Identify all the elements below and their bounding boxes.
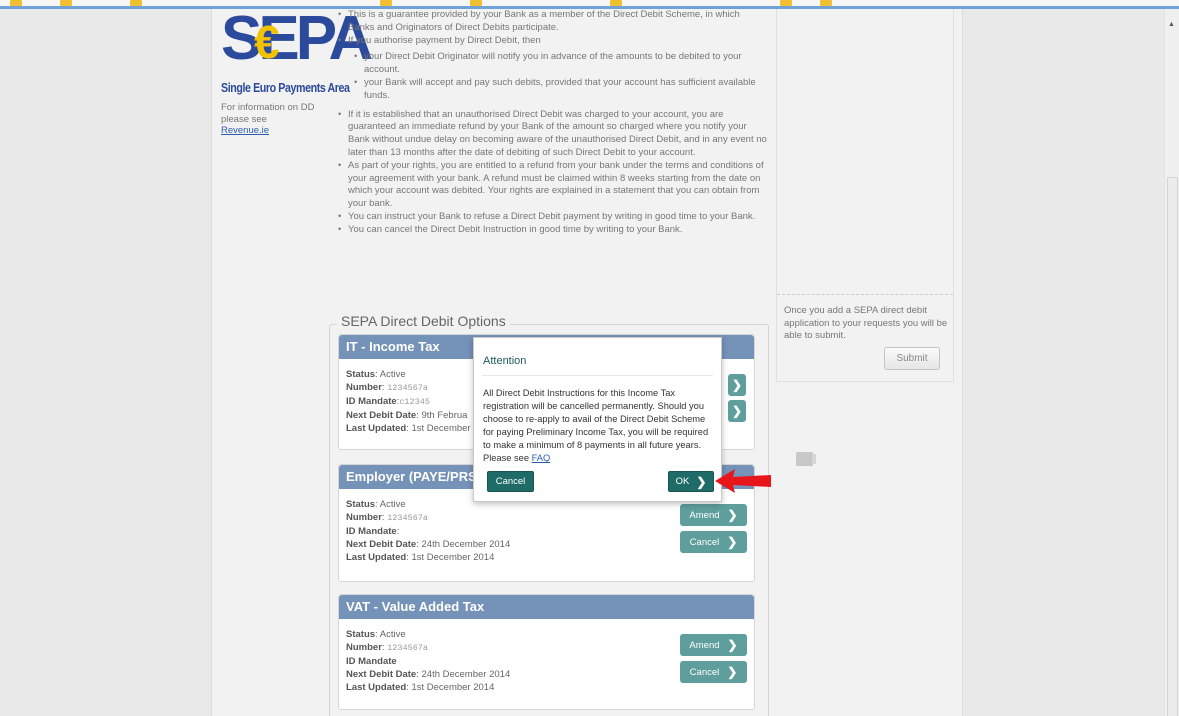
dialog-ok-button[interactable]: OK ❯: [668, 471, 714, 492]
amend-label: Amend: [689, 639, 720, 651]
panel-divider: [777, 294, 953, 295]
amend-button[interactable]: ❯: [728, 374, 746, 396]
section-title: SEPA Direct Debit Options: [337, 313, 510, 329]
folder-icon: [796, 452, 816, 466]
last-updated-value: : 1st December: [406, 423, 471, 434]
logo-subtitle: Single Euro Payments Area: [221, 80, 350, 95]
amend-button[interactable]: Amend ❯: [680, 634, 747, 656]
cancel-button[interactable]: Cancel ❯: [680, 661, 747, 683]
amend-label: Amend: [689, 509, 720, 521]
ok-label: OK: [675, 476, 690, 487]
guarantee-item: If it is established that an unauthorise…: [338, 109, 768, 160]
chevron-right-icon: ❯: [727, 638, 738, 652]
guarantee-subitem: your Bank will accept and pay such debit…: [354, 77, 768, 103]
guarantee-item: As part of your rights, you are entitled…: [338, 160, 768, 211]
last-updated-value: : 1st December 2014: [406, 552, 495, 563]
vertical-scrollbar[interactable]: ▲: [1164, 9, 1179, 716]
dd-guarantee-text: This is a guarantee provided by your Ban…: [338, 9, 768, 237]
chevron-right-icon: ❯: [727, 508, 738, 522]
mandate-label: ID Mandate: [346, 526, 397, 537]
chevron-right-icon: ❯: [731, 378, 743, 392]
next-debit-label: Next Debit Date: [346, 410, 417, 421]
euro-icon: €: [254, 16, 280, 68]
card-title: VAT - Value Added Tax: [339, 595, 754, 619]
chevron-right-icon: ❯: [696, 474, 707, 489]
last-updated-label: Last Updated: [346, 552, 407, 563]
cancel-button[interactable]: Cancel ❯: [680, 531, 747, 553]
number-label: Number: [346, 512, 382, 523]
next-debit-label: Next Debit Date: [346, 669, 417, 680]
dialog-title: Attention: [483, 355, 527, 367]
guarantee-item: You can instruct your Bank to refuse a D…: [338, 211, 768, 224]
chevron-right-icon: ❯: [731, 404, 743, 418]
number-value: 1234567a: [387, 513, 428, 523]
next-debit-value: : 24th December 2014: [416, 539, 511, 550]
number-value: 1234567a: [387, 643, 428, 653]
mandate-value: c12345: [399, 397, 430, 407]
status-label: Status: [346, 499, 376, 510]
dialog-message-text: All Direct Debit Instructions for this I…: [483, 388, 709, 464]
chevron-right-icon: ❯: [727, 665, 738, 679]
next-debit-label: Next Debit Date: [346, 539, 417, 550]
submit-button[interactable]: Submit: [884, 347, 940, 370]
guarantee-subitem: your Direct Debit Originator will notify…: [354, 51, 768, 77]
browser-bookmark-strip: [0, 0, 1179, 9]
status-label: Status: [346, 629, 376, 640]
mandate-label: ID Mandate: [346, 656, 397, 667]
chevron-right-icon: ❯: [727, 535, 738, 549]
last-updated-label: Last Updated: [346, 423, 407, 434]
dd-info-label: For information on DD please see: [221, 102, 315, 125]
cancel-label: Cancel: [689, 666, 720, 678]
last-updated-value: : 1st December 2014: [406, 682, 495, 693]
guarantee-item: If you authorise payment by Direct Debit…: [338, 35, 768, 48]
dialog-divider: [482, 375, 713, 376]
dialog-message: All Direct Debit Instructions for this I…: [483, 387, 714, 466]
requests-info-text: Once you add a SEPA direct debit applica…: [784, 305, 948, 341]
amend-button[interactable]: Amend ❯: [680, 504, 747, 526]
last-updated-label: Last Updated: [346, 682, 407, 693]
status-label: Status: [346, 369, 376, 380]
scroll-up-arrow-icon[interactable]: ▲: [1168, 21, 1175, 28]
next-debit-value: : 9th Februa: [416, 410, 468, 421]
guarantee-item: This is a guarantee provided by your Ban…: [338, 9, 768, 35]
dd-info-text: For information on DD please see Revenue…: [221, 102, 321, 137]
mandate-label: ID Mandate: [346, 396, 397, 407]
status-value: : Active: [375, 369, 406, 380]
next-debit-value: : 24th December 2014: [416, 669, 511, 680]
cancel-button[interactable]: ❯: [728, 400, 746, 422]
scrollbar-thumb[interactable]: [1167, 177, 1178, 716]
red-arrow-icon: [715, 469, 771, 493]
number-label: Number: [346, 642, 382, 653]
cancel-label: Cancel: [689, 536, 720, 548]
mandate-value-redacted: [399, 655, 452, 667]
status-value: : Active: [375, 629, 406, 640]
guarantee-item: You can cancel the Direct Debit Instruct…: [338, 224, 768, 237]
faq-link[interactable]: FAQ: [532, 453, 551, 463]
dialog-cancel-button[interactable]: Cancel: [487, 471, 534, 492]
status-value: : Active: [375, 499, 406, 510]
attention-dialog: Attention All Direct Debit Instructions …: [473, 337, 722, 502]
number-label: Number: [346, 382, 382, 393]
revenue-link[interactable]: Revenue.ie: [221, 125, 269, 136]
number-value: 1234567a: [387, 383, 428, 393]
mandate-value-redacted: [401, 525, 454, 537]
